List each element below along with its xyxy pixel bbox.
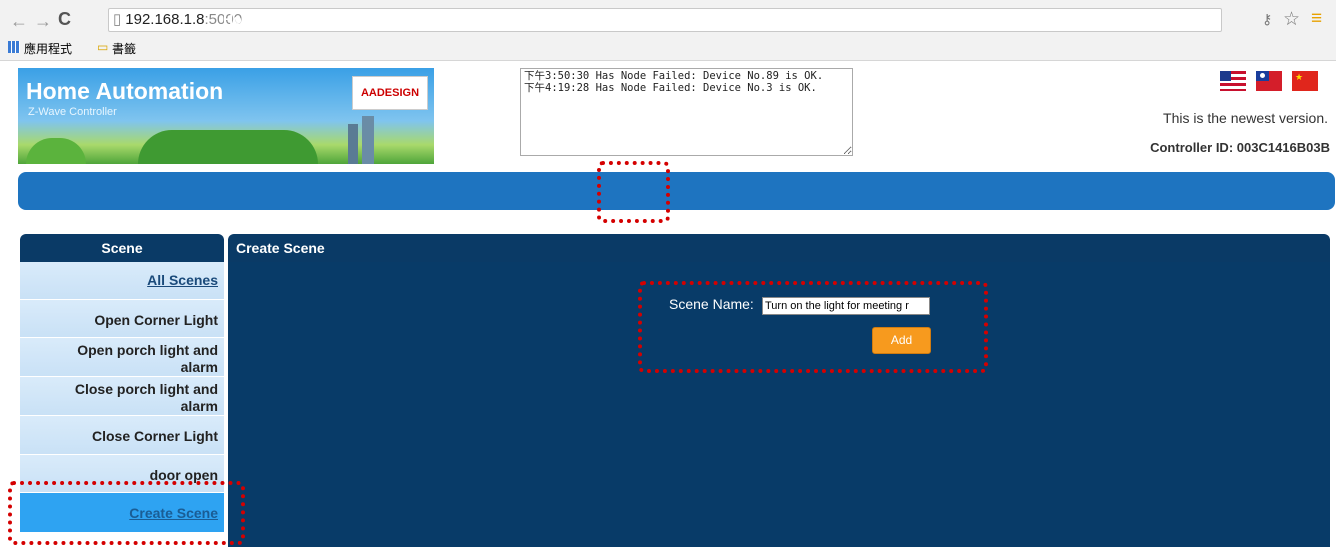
nav-help[interactable]: Help [1093, 11, 1123, 27]
brand-banner: Home Automation Z-Wave Controller AADESI… [18, 68, 434, 164]
address-bar[interactable]: ▯ 192.168.1.8:5000 [108, 8, 1222, 32]
menu-icon[interactable]: ≡ [1311, 8, 1322, 30]
bookmark-apps[interactable]: 應用程式 [24, 40, 72, 57]
sidebar-item-close-corner-light[interactable]: Close Corner Light [20, 416, 224, 455]
china-flag-icon[interactable]: ★ [1292, 71, 1318, 91]
hill-shape [26, 138, 86, 164]
apps-icon[interactable] [8, 41, 20, 53]
star-icon[interactable]: ☆ [1283, 8, 1300, 31]
hill-shape [138, 130, 318, 164]
sidebar-item-all-scenes[interactable]: All Scenes [20, 262, 224, 300]
highlight-scene-form [638, 281, 988, 373]
nav-scene[interactable]: Scene [607, 11, 648, 27]
nav-trigger[interactable]: Trigger [700, 11, 747, 27]
nav-camera[interactable]: Camera [505, 11, 556, 27]
bookmarks-bar: 應用程式 ▭ 書籤 [0, 38, 1336, 60]
nav-schedule[interactable]: Schedule [794, 11, 856, 27]
nav-setzwave[interactable]: SetZwave [888, 11, 953, 27]
folder-icon: ▭ [97, 40, 109, 54]
back-icon[interactable]: ← [10, 11, 28, 32]
taiwan-flag-icon[interactable] [1256, 71, 1282, 91]
key-icon[interactable]: ⚷ [1262, 11, 1272, 28]
event-log[interactable]: 下午3:50:30 Has Node Failed: Device No.89 … [520, 68, 853, 156]
sidebar-item-open-porch-light[interactable]: Open porch light and alarm [20, 338, 224, 377]
building-shape [362, 116, 374, 164]
version-status: This is the newest version. [1163, 110, 1328, 126]
company-logo: AADESIGN [352, 76, 428, 110]
brand-subtitle: Z-Wave Controller [28, 106, 117, 118]
page-icon: ▯ [113, 11, 122, 28]
reload-icon[interactable]: C [58, 9, 71, 30]
sidebar-item-label: Open porch light and alarm [77, 342, 218, 375]
nav-home[interactable]: Home [223, 11, 262, 27]
panel-title: Create Scene [228, 234, 1330, 262]
nav-device[interactable]: Device [410, 11, 455, 27]
url-host: 192.168.1.8 [125, 11, 205, 28]
highlight-create-scene [8, 481, 245, 545]
sidebar-item-label: Open Corner Light [94, 312, 218, 328]
highlight-scene-nav [597, 161, 670, 223]
sidebar-item-open-corner-light[interactable]: Open Corner Light [20, 300, 224, 338]
nav-room[interactable]: Room [318, 11, 358, 27]
sidebar-item-close-porch-light[interactable]: Close porch light and alarm [20, 377, 224, 416]
sidebar-item-label[interactable]: All Scenes [147, 272, 218, 288]
sidebar-item-label: Close Corner Light [91, 428, 218, 444]
bookmark-folder[interactable]: 書籤 [112, 40, 136, 57]
brand-title: Home Automation [26, 78, 224, 104]
main-nav [18, 172, 1335, 210]
building-shape [348, 124, 358, 164]
sidebar-title: Scene [20, 234, 224, 262]
us-flag-icon[interactable] [1220, 71, 1246, 91]
nav-report[interactable]: Report [989, 11, 1034, 27]
sidebar-item-label: Close porch light and alarm [74, 381, 218, 414]
forward-icon[interactable]: → [34, 11, 52, 32]
controller-id: Controller ID: 003C1416B03B [1150, 140, 1330, 155]
